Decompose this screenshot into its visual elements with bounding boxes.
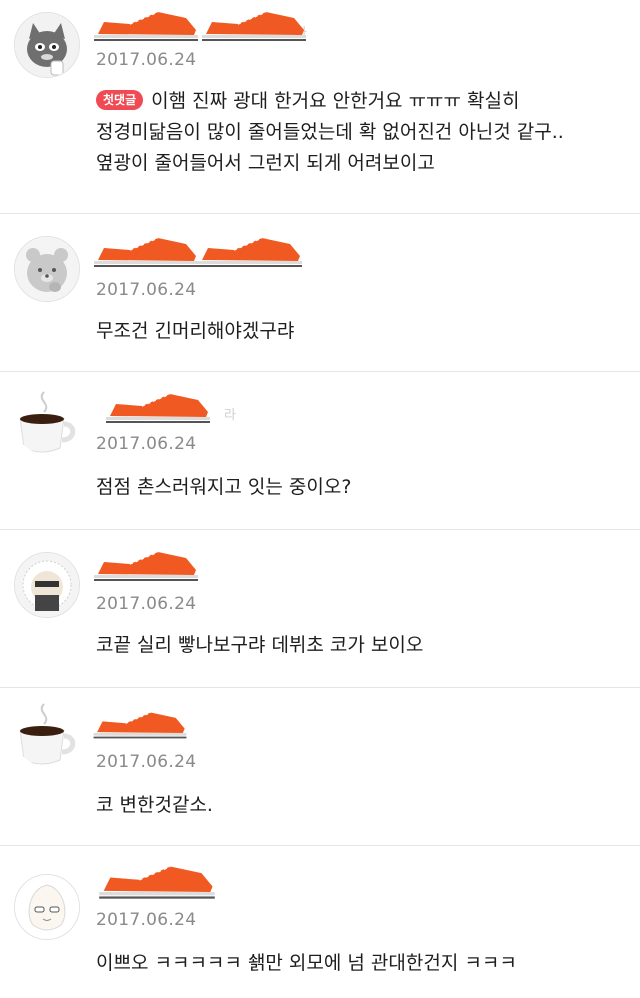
sneaker-sticker-icon [202, 11, 306, 41]
sneaker-sticker-icon [93, 711, 187, 739]
sneaker-sticker-icon [94, 551, 198, 581]
comment-item: 2017.06.24 이쁘오 ㅋㅋㅋㅋㅋ 쇍만 외모에 넘 관대한건지 ㅋㅋㅋ [0, 846, 640, 998]
comment-text: 이쁘오 ㅋㅋㅋㅋㅋ 쇍만 외모에 넘 관대한건지 ㅋㅋㅋ [96, 948, 622, 979]
comment-item: 라 2017.06.24 점점 촌스러워지고 잇는 중이오? [0, 372, 640, 530]
comment-line: 점점 촌스러워지고 잇는 중이오? [96, 476, 352, 498]
comment-item: 다 2017.06.24 첫댓글이햄 진짜 광대 한거요 안한거요 ㅠㅠㅠ 확실… [0, 0, 640, 214]
comment-date: 2017.06.24 [96, 280, 197, 300]
comment-text: 점점 촌스러워지고 잇는 중이오? [96, 472, 622, 503]
comment-date: 2017.06.24 [96, 594, 197, 614]
sneaker-sticker-icon [94, 237, 198, 267]
coffee-cup-avatar-icon[interactable] [14, 702, 78, 766]
comment-date: 2017.06.24 [96, 752, 197, 772]
comment-text: 코끝 실리 빻나보구랴 데뷔초 코가 보이오 [96, 630, 622, 661]
comment-text: 코 변한것같소. [96, 790, 622, 821]
comment-date: 2017.06.24 [96, 434, 197, 454]
sneaker-sticker-icon [106, 393, 210, 423]
comment-line: 정경미닮음이 많이 줄어들었는데 확 없어진건 아닌것 같구.. [96, 121, 564, 143]
comment-line: 옆광이 줄어들어서 그런지 되게 어려보이고 [96, 152, 435, 174]
comment-date: 2017.06.24 [96, 910, 197, 930]
comment-line: 이쁘오 ㅋㅋㅋㅋㅋ 쇍만 외모에 넘 관대한건지 ㅋㅋㅋ [96, 952, 517, 974]
sneaker-sticker-icon [94, 11, 198, 41]
character-avatar-icon[interactable] [14, 552, 80, 618]
comment-text: 무조건 긴머리해야겠구랴 [96, 316, 622, 347]
comment-item: 2017.06.24 코끝 실리 빻나보구랴 데뷔초 코가 보이오 [0, 530, 640, 688]
sneaker-sticker-icon [198, 237, 302, 267]
comment-item: 2017.06.24 무조건 긴머리해야겠구랴 [0, 214, 640, 372]
comment-text: 첫댓글 이햄 진짜 광대 한거요 안한거요 ㅠㅠㅠ 확실히 정경미닮음이 많이 줄… [96, 86, 622, 179]
comment-line: 첫댓글 이햄 진짜 광대 한거요 안한거요 ㅠㅠㅠ 확실히 [96, 86, 622, 117]
peach-avatar-icon[interactable] [14, 874, 80, 940]
comment-item: 2017.06.24 코 변한것같소. [0, 688, 640, 846]
comment-line: 코 변한것같소. [96, 794, 213, 816]
coffee-cup-avatar-icon[interactable] [14, 390, 78, 454]
comment-line: 무조건 긴머리해야겠구랴 [96, 320, 295, 342]
first-comment-badge: 첫댓글 [96, 90, 144, 110]
sneaker-sticker-icon [99, 865, 215, 899]
author-name-fragment: 라 [224, 408, 236, 423]
comment-date: 2017.06.24 [96, 50, 197, 70]
bear-avatar-icon[interactable] [14, 236, 80, 302]
gray-cat-avatar-icon[interactable] [14, 12, 80, 78]
comment-line: 코끝 실리 빻나보구랴 데뷔초 코가 보이오 [96, 634, 424, 656]
